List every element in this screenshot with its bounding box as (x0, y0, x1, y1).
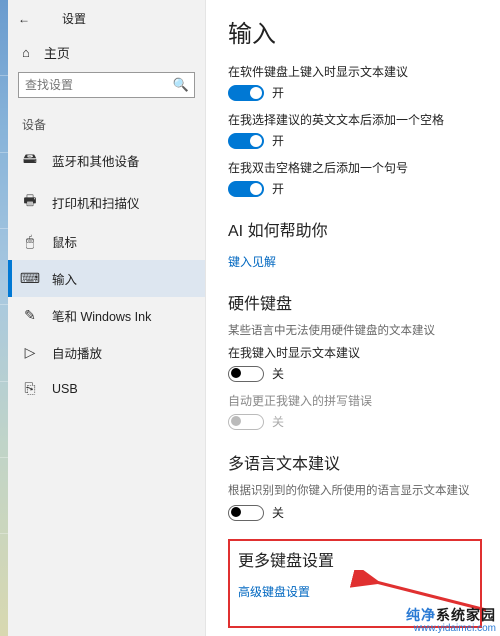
search-input[interactable] (18, 72, 195, 98)
search-icon[interactable]: 🔍 (173, 77, 189, 93)
toggle-multilang[interactable] (228, 505, 264, 521)
annotation-box: 更多键盘设置 高级键盘设置 (228, 539, 482, 628)
page-title: 输入 (228, 14, 482, 49)
nav-list: 🖴蓝牙和其他设备 🖶打印机和扫描仪 🖱鼠标 ⌨输入 ✎笔和 Windows In… (8, 139, 205, 406)
hw-desc: 某些语言中无法使用硬件键盘的文本建议 (228, 322, 482, 338)
toggle-state: 开 (272, 132, 284, 149)
hw-heading: 硬件键盘 (228, 290, 482, 314)
toggle-state: 开 (272, 84, 284, 101)
toggle-state: 开 (272, 180, 284, 197)
nav-typing[interactable]: ⌨输入 (8, 260, 205, 297)
setting-label: 在我键入时显示文本建议 (228, 344, 482, 361)
setting-label: 在我选择建议的英文文本后添加一个空格 (228, 111, 482, 128)
toggle-hw-suggest[interactable] (228, 366, 264, 382)
toggle-suggestions[interactable] (228, 85, 264, 101)
nav-pen[interactable]: ✎笔和 Windows Ink (8, 297, 205, 334)
usb-icon: ⎘ (22, 380, 38, 397)
ai-heading: AI 如何帮助你 (228, 217, 482, 241)
pen-icon: ✎ (22, 307, 38, 324)
toggle-state: 关 (272, 504, 284, 521)
nav-autoplay[interactable]: ▷自动播放 (8, 334, 205, 371)
toggle-state: 关 (272, 413, 284, 430)
setting-label: 在我双击空格键之后添加一个句号 (228, 159, 482, 176)
ai-insights-link[interactable]: 键入见解 (228, 253, 276, 270)
mouse-icon: 🖱 (22, 233, 38, 250)
settings-window: ← 设置 ⌂ 主页 🔍 设备 🖴蓝牙和其他设备 🖶打印机和扫描仪 🖱鼠标 ⌨输入… (8, 0, 500, 636)
autoplay-icon: ▷ (22, 344, 38, 361)
nav-usb[interactable]: ⎘USB (8, 371, 205, 406)
bluetooth-icon: 🖴 (22, 148, 38, 172)
more-heading: 更多键盘设置 (238, 547, 472, 571)
desktop-strip (0, 0, 8, 636)
back-button[interactable]: ← (18, 12, 30, 26)
home-icon: ⌂ (22, 45, 30, 60)
nav-printers[interactable]: 🖶打印机和扫描仪 (8, 181, 205, 223)
nav-mouse[interactable]: 🖱鼠标 (8, 223, 205, 260)
sidebar: ← 设置 ⌂ 主页 🔍 设备 🖴蓝牙和其他设备 🖶打印机和扫描仪 🖱鼠标 ⌨输入… (8, 0, 206, 636)
home-nav[interactable]: ⌂ 主页 (8, 35, 205, 72)
content-pane[interactable]: 输入 在软件键盘上键入时显示文本建议 开 在我选择建议的英文文本后添加一个空格 … (206, 0, 500, 636)
ml-desc: 根据识别到的你键入所使用的语言显示文本建议 (228, 482, 482, 498)
window-title: 设置 (62, 10, 86, 27)
keyboard-icon: ⌨ (22, 270, 38, 287)
printer-icon: 🖶 (22, 190, 38, 214)
toggle-state: 关 (272, 365, 284, 382)
setting-label: 在软件键盘上键入时显示文本建议 (228, 63, 482, 80)
ml-heading: 多语言文本建议 (228, 450, 482, 474)
setting-label: 自动更正我键入的拼写错误 (228, 392, 482, 409)
nav-bluetooth[interactable]: 🖴蓝牙和其他设备 (8, 139, 205, 181)
advanced-keyboard-link[interactable]: 高级键盘设置 (238, 583, 310, 600)
section-label: 设备 (8, 110, 205, 139)
home-label: 主页 (44, 43, 70, 62)
toggle-hw-autocorrect (228, 414, 264, 430)
toggle-period[interactable] (228, 181, 264, 197)
toggle-space[interactable] (228, 133, 264, 149)
